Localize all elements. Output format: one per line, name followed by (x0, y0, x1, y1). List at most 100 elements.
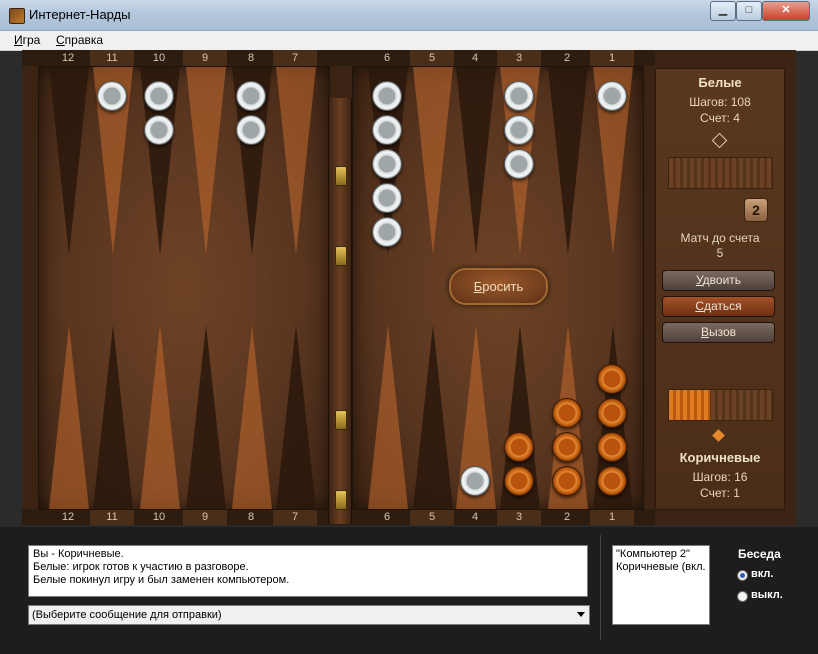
point-number: 10 (152, 511, 166, 523)
board-point[interactable] (93, 325, 133, 509)
app-icon (9, 8, 25, 24)
board-point[interactable] (548, 67, 588, 255)
point-number: 9 (183, 509, 227, 525)
resign-button[interactable]: Сдаться (662, 296, 775, 317)
minimize-button[interactable]: ▁ (710, 1, 736, 21)
white-checker[interactable] (504, 115, 534, 145)
title-bar[interactable]: Интернет-Нарды ▁ □ ✕ (0, 0, 818, 31)
players-list[interactable]: "Компьютер 2" Коричневые (вкл. (612, 545, 710, 625)
brown-checker[interactable] (504, 432, 534, 462)
brown-checker[interactable] (552, 398, 582, 428)
point-number: 5 (410, 50, 454, 66)
white-player-name: Белые (698, 75, 742, 90)
point-number: 1 (590, 50, 634, 66)
chat-title: Беседа (738, 547, 781, 561)
message-select-value: (Выберите сообщение для отправки) (32, 609, 222, 621)
white-score: Счет: 4 (700, 111, 740, 125)
white-checker[interactable] (144, 115, 174, 145)
left-points (49, 67, 316, 509)
menu-bar: Игра Справка (0, 31, 818, 51)
point-number: 9 (183, 50, 227, 66)
point-number: 6 (383, 511, 391, 523)
point-number: 10 (152, 52, 166, 64)
board-point[interactable] (413, 67, 453, 255)
white-checker[interactable] (236, 81, 266, 111)
board-point[interactable] (456, 67, 496, 255)
brown-checker[interactable] (552, 466, 582, 496)
brown-checker[interactable] (597, 466, 627, 496)
point-number: 7 (273, 509, 317, 525)
players-list-item: Коричневые (вкл. (616, 561, 706, 573)
white-pip-meter (668, 157, 773, 189)
board-point[interactable] (232, 325, 272, 509)
board-point[interactable] (186, 67, 226, 255)
point-number: 2 (563, 511, 571, 523)
left-board-half[interactable] (38, 66, 330, 510)
white-turn-diamond-icon (711, 132, 728, 149)
white-checker[interactable] (97, 81, 127, 111)
menu-game[interactable]: Игра (14, 33, 40, 47)
point-number: 1 (590, 509, 634, 525)
chat-line: Вы - Коричневые. (33, 548, 124, 560)
roll-button[interactable]: Бросить (449, 268, 548, 305)
doubling-cube[interactable]: 2 (744, 198, 768, 222)
chat-off-label[interactable]: выкл. (751, 589, 783, 601)
brown-checker[interactable] (597, 364, 627, 394)
white-checker[interactable] (504, 81, 534, 111)
brown-checker[interactable] (552, 432, 582, 462)
white-checker[interactable] (236, 115, 266, 145)
brown-checker[interactable] (597, 398, 627, 428)
white-checker[interactable] (372, 183, 402, 213)
challenge-button[interactable]: Вызов (662, 322, 775, 343)
chat-on-radio[interactable] (737, 570, 748, 581)
board-point[interactable] (186, 325, 226, 509)
chat-line: Белые: игрок готов к участию в разговоре… (33, 561, 249, 573)
brown-steps: Шагов: 16 (692, 470, 748, 484)
chat-log[interactable]: Вы - Коричневые. Белые: игрок готов к уч… (28, 545, 588, 597)
brown-checker[interactable] (597, 432, 627, 462)
match-value: 5 (716, 246, 724, 260)
chat-off-radio[interactable] (737, 591, 748, 602)
board-point[interactable] (140, 325, 180, 509)
hinge (335, 410, 347, 430)
brown-pip-meter-fill (669, 390, 711, 420)
brown-pip-meter (668, 389, 773, 421)
chat-area: Вы - Коричневые. Белые: игрок готов к уч… (0, 527, 818, 654)
board-point[interactable] (413, 325, 453, 509)
white-checker[interactable] (504, 149, 534, 179)
double-button[interactable]: Удвоить (662, 270, 775, 291)
divider (600, 535, 601, 640)
board-point[interactable] (368, 325, 408, 509)
menu-help[interactable]: Справка (56, 33, 103, 47)
chat-line: Белые покинул игру и был заменен компьют… (33, 574, 290, 586)
board-point[interactable] (276, 67, 316, 255)
point-number: 7 (273, 50, 317, 66)
point-number: 4 (471, 511, 479, 523)
board-point[interactable] (49, 325, 89, 509)
white-checker[interactable] (372, 115, 402, 145)
hinge (335, 490, 347, 510)
white-checker[interactable] (372, 217, 402, 247)
players-list-item: "Компьютер 2" (616, 548, 690, 560)
white-checker[interactable] (144, 81, 174, 111)
brown-checker[interactable] (504, 466, 534, 496)
board-point[interactable] (276, 325, 316, 509)
maximize-button[interactable]: □ (736, 1, 762, 21)
point-number: 11 (90, 50, 134, 66)
board-point[interactable] (49, 67, 89, 255)
brown-score: Счет: 1 (700, 486, 740, 500)
white-checker[interactable] (372, 149, 402, 179)
point-number: 4 (471, 52, 479, 64)
brown-player-name: Коричневые (679, 450, 761, 465)
chevron-down-icon[interactable] (577, 612, 585, 617)
brown-turn-diamond-icon (712, 429, 725, 442)
white-checker[interactable] (372, 81, 402, 111)
white-checker[interactable] (460, 466, 490, 496)
point-number: 8 (247, 52, 255, 64)
close-button[interactable]: ✕ (762, 1, 810, 21)
chat-on-label[interactable]: вкл. (751, 568, 773, 580)
message-select[interactable]: (Выберите сообщение для отправки) (28, 605, 590, 625)
match-label: Матч до счета (680, 231, 760, 245)
white-checker[interactable] (597, 81, 627, 111)
white-steps: Шагов: 108 (689, 95, 751, 109)
